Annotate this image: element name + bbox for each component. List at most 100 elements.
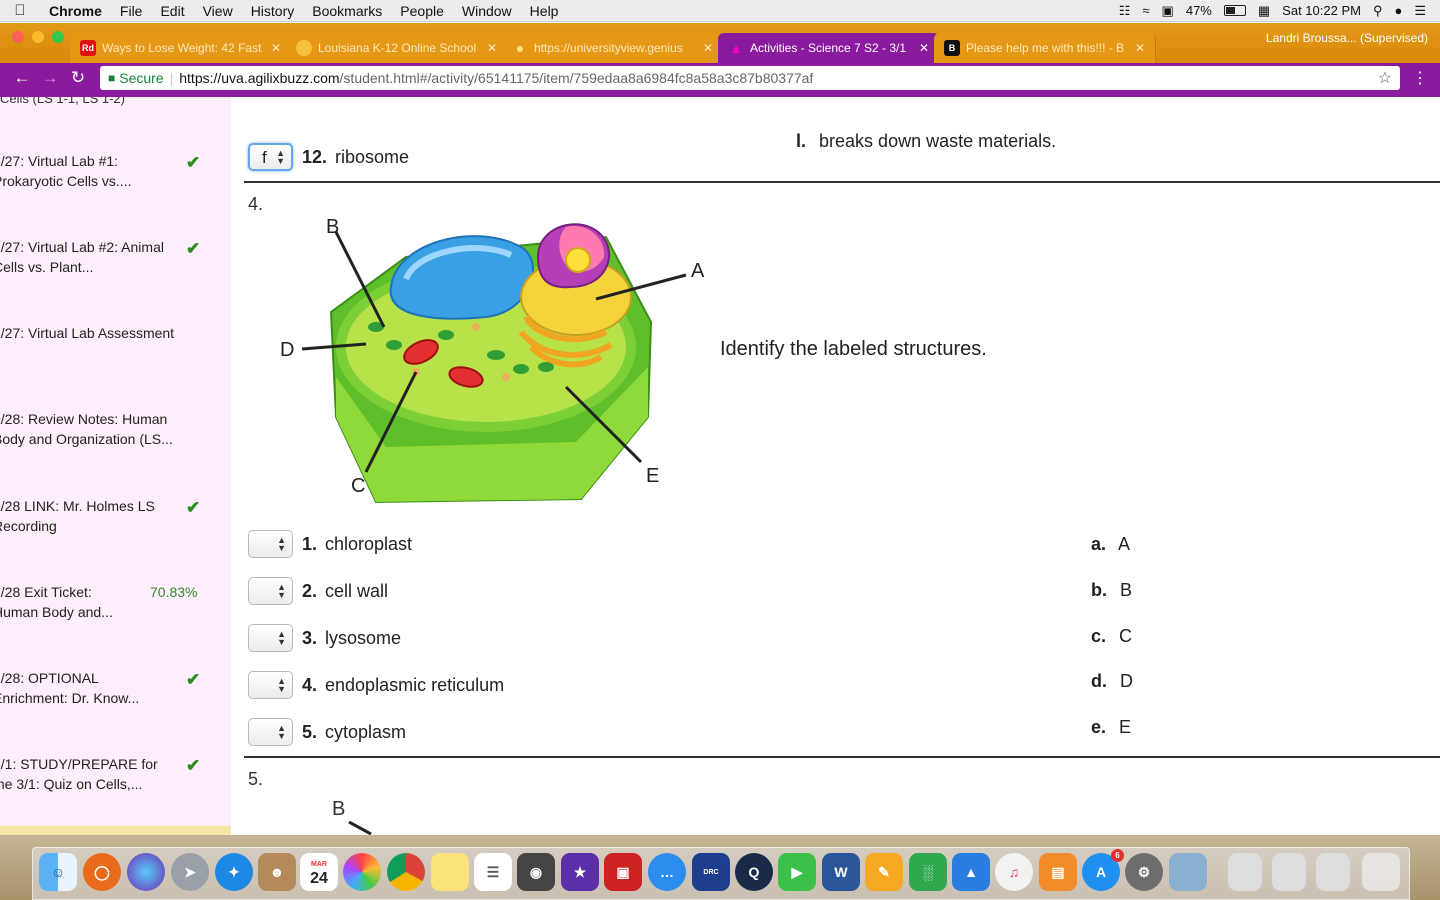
answer-select[interactable]: ▲ ▼	[248, 577, 293, 605]
sidebar-item-virtual-lab-assessment[interactable]: 2/27: Virtual Lab Assessment	[0, 323, 231, 383]
back-button[interactable]: ←	[8, 68, 36, 88]
quicktime-icon[interactable]: Q	[735, 853, 773, 891]
secure-label[interactable]: Secure	[119, 70, 163, 86]
photos-icon[interactable]	[343, 853, 381, 891]
close-tab-icon[interactable]: ✕	[487, 41, 497, 55]
clock[interactable]: Sat 10:22 PM	[1282, 3, 1361, 18]
spotlight-search-icon[interactable]: ⚲	[1373, 3, 1383, 19]
minimize-window-button[interactable]	[32, 31, 44, 43]
notes-icon[interactable]	[431, 853, 469, 891]
siri-icon[interactable]	[127, 853, 165, 891]
menu-help[interactable]: Help	[521, 3, 568, 19]
answer-select[interactable]: ▲ ▼	[248, 718, 293, 746]
term-number: 5.	[302, 721, 318, 742]
menu-file[interactable]: File	[111, 3, 152, 19]
reload-button[interactable]: ↻	[64, 68, 92, 88]
question-divider	[244, 756, 1440, 758]
sidebar-item-optional-enrichment[interactable]: 2/28: OPTIONAL Enrichment: Dr. Know... ✔	[0, 668, 231, 728]
sidebar-item-virtual-lab-1[interactable]: 2/27: Virtual Lab #1: Prokaryotic Cells …	[0, 151, 231, 211]
address-bar[interactable]: ■ Secure | https://uva.agilixbuzz.com /s…	[100, 66, 1400, 90]
facetime-icon[interactable]: ▶	[778, 853, 816, 891]
screenshot-stack-icon[interactable]	[1316, 853, 1350, 891]
answer-select[interactable]: ▲ ▼	[248, 530, 293, 558]
sidebar-item-label: 2/28 Exit Ticket: Human Body and...	[0, 584, 113, 620]
calendar-icon[interactable]: MAR 24	[300, 853, 338, 891]
sidebar-item-cut-off[interactable]: Cells (LS 1-1, LS 1-2)	[0, 97, 125, 106]
url-host[interactable]: https://uva.agilixbuzz.com	[179, 70, 339, 86]
sidebar-item-holmes-recording[interactable]: 2/28 LINK: Mr. Holmes LS Recording ✔	[0, 496, 231, 556]
screenshot-stack-icon[interactable]	[1228, 853, 1262, 891]
wifi-icon[interactable]: ≈	[1142, 3, 1149, 18]
tab-universityview[interactable]: ● https://universityview.genius ✕	[502, 33, 724, 63]
photo-booth-icon[interactable]: ◉	[517, 853, 555, 891]
url-path[interactable]: /student.html#/activity/65141175/item/75…	[340, 70, 814, 86]
reminders-icon[interactable]: ☰	[474, 853, 512, 891]
menu-history[interactable]: History	[242, 3, 304, 19]
tab-activities-science[interactable]: ▲ Activities - Science 7 S2 - 3/1 ✕	[718, 33, 940, 63]
chrome-menu-icon[interactable]: ⋮	[1408, 68, 1432, 88]
airplay-icon[interactable]: ▣	[1162, 3, 1174, 19]
menu-bookmarks[interactable]: Bookmarks	[303, 3, 391, 19]
answer-select[interactable]: ▲ ▼	[248, 671, 293, 699]
keynote-icon[interactable]: ▲	[952, 853, 990, 891]
bluetooth-icon[interactable]: ☷	[1119, 3, 1131, 19]
close-tab-icon[interactable]: ✕	[703, 41, 713, 55]
safari-icon[interactable]: ✦	[215, 853, 253, 891]
siri-icon[interactable]: ●	[1394, 3, 1402, 18]
menu-view[interactable]: View	[194, 3, 242, 19]
lock-icon[interactable]: ■	[108, 71, 115, 85]
numbers-icon[interactable]: ░	[909, 853, 947, 891]
photo-app-icon[interactable]: ▣	[604, 853, 642, 891]
trash-icon[interactable]	[1362, 853, 1400, 891]
bookmark-star-icon[interactable]: ☆	[1378, 68, 1392, 88]
close-tab-icon[interactable]: ✕	[919, 41, 929, 55]
app-store-icon[interactable]: A6	[1082, 849, 1124, 891]
answer-select[interactable]: f ▲ ▼	[248, 143, 293, 171]
system-preferences-icon[interactable]: ⚙	[1125, 853, 1163, 891]
select-arrows-icon: ▲ ▼	[277, 582, 286, 600]
pages-icon[interactable]: ✎	[865, 853, 903, 891]
battery-percent[interactable]: 47%	[1186, 3, 1212, 18]
tab-brainly[interactable]: B Please help me with this!!! - B ✕	[934, 33, 1156, 63]
tab-louisiana-school[interactable]: Louisiana K-12 Online School ✕	[286, 33, 508, 63]
forward-button[interactable]: →	[36, 68, 64, 88]
fullscreen-window-button[interactable]	[52, 31, 64, 43]
battery-icon[interactable]	[1223, 5, 1246, 16]
sidebar-item-virtual-lab-2[interactable]: 2/27: Virtual Lab #2: Animal Cells vs. P…	[0, 237, 231, 297]
term-text: ribosome	[335, 146, 410, 167]
notification-center-icon[interactable]: ☰	[1414, 3, 1426, 19]
sidebar-item-exit-ticket[interactable]: 2/28 Exit Ticket: Human Body and... 70.8…	[0, 582, 231, 642]
rocket-icon[interactable]: ➤	[171, 853, 209, 891]
close-tab-icon[interactable]: ✕	[271, 41, 281, 55]
completed-check-icon: ✔	[186, 670, 201, 689]
apple-icon[interactable]: 	[0, 2, 40, 19]
answer-select[interactable]: ▲ ▼	[248, 624, 293, 652]
close-tab-icon[interactable]: ✕	[1135, 41, 1145, 55]
launchpad-icon[interactable]: ◯	[83, 853, 121, 891]
menu-app-name[interactable]: Chrome	[40, 3, 111, 19]
preview-icon[interactable]	[1169, 853, 1207, 891]
word-icon[interactable]: W	[822, 853, 860, 891]
answer-letter: l.	[796, 131, 807, 151]
imovie-icon[interactable]: ★	[561, 853, 599, 891]
sidebar-item-study-prepare[interactable]: 3/1: STUDY/PREPARE for the 3/1: Quiz on …	[0, 754, 231, 814]
contacts-icon[interactable]: ☻	[258, 853, 296, 891]
drc-insight-icon[interactable]: DRC	[692, 853, 730, 891]
itunes-icon[interactable]: ♫	[995, 853, 1033, 891]
chrome-icon[interactable]	[387, 853, 425, 891]
term-text: cytoplasm	[325, 721, 407, 742]
menu-edit[interactable]: Edit	[151, 3, 193, 19]
profile-name[interactable]: Landri Broussa... (Supervised)	[1266, 31, 1440, 55]
close-window-button[interactable]	[12, 31, 24, 43]
menu-window[interactable]: Window	[453, 3, 521, 19]
ibooks-icon[interactable]: ▤	[1039, 853, 1077, 891]
screenshot-stack-icon[interactable]	[1272, 853, 1306, 891]
question-number: 5.	[248, 769, 264, 789]
finder-icon[interactable]: ☺	[39, 853, 77, 891]
sidebar-item-review-notes[interactable]: 2/28: Review Notes: Human Body and Organ…	[0, 409, 231, 469]
score-badge: 70.83%	[150, 584, 198, 600]
messages-icon[interactable]: …	[648, 853, 686, 891]
input-menu-icon[interactable]: ▦	[1258, 3, 1270, 19]
tab-weight-loss[interactable]: Rd Ways to Lose Weight: 42 Fast ✕	[70, 33, 292, 63]
menu-people[interactable]: People	[391, 3, 453, 19]
